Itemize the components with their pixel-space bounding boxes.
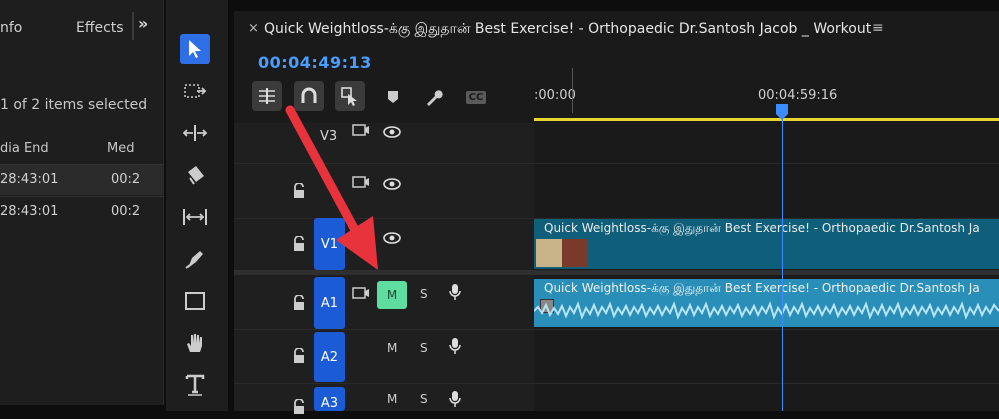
selection-tool-icon[interactable]	[180, 34, 210, 64]
ruler-mark-label: 00:04:59:16	[758, 88, 838, 103]
column-media-end[interactable]: dia End	[0, 141, 49, 156]
ruler-start-label: :00:00	[534, 88, 576, 103]
sequence-title[interactable]: Quick Weightloss-க்கு இதுதான் Best Exerc…	[264, 21, 871, 39]
playhead-line[interactable]	[782, 104, 783, 411]
solo-button-a2[interactable]: S	[420, 341, 428, 355]
hand-tool-icon[interactable]	[180, 328, 210, 358]
track-select-forward-tool-icon[interactable]	[180, 76, 210, 106]
work-area-bar[interactable]	[534, 118, 999, 121]
cell-media-end: 28:43:01	[0, 204, 59, 219]
cc-label: CC	[465, 90, 487, 104]
cell-media-duration: 00:2	[111, 172, 141, 187]
captions-cc-icon[interactable]: CC	[464, 86, 488, 108]
video-clip[interactable]: Quick Weightloss-க்கு இதுதான் Best Exerc…	[534, 219, 999, 269]
panel-menu-icon[interactable]: ≡	[872, 20, 884, 36]
ruler-tick	[572, 68, 573, 113]
microphone-icon[interactable]	[448, 283, 462, 305]
microphone-icon[interactable]	[448, 390, 462, 412]
audio-waveform	[534, 301, 999, 320]
annotation-arrow	[285, 105, 378, 270]
microphone-icon[interactable]	[448, 337, 462, 359]
ripple-edit-tool-icon[interactable]	[180, 118, 210, 148]
track-divider	[234, 329, 999, 330]
selection-count: 1 of 2 items selected	[0, 97, 148, 113]
lock-icon[interactable]	[292, 347, 306, 364]
track-name-a3[interactable]: A3	[314, 387, 345, 411]
table-header: dia End Med	[0, 134, 163, 164]
rectangle-tool-icon[interactable]	[180, 286, 210, 316]
tab-info[interactable]: nfo	[0, 20, 22, 36]
razor-tool-icon[interactable]	[180, 160, 210, 190]
time-ruler[interactable]: :00:00 00:04:59:16	[534, 68, 999, 123]
clip-name: Quick Weightloss-க்கு இதுதான் Best Exerc…	[544, 221, 980, 235]
type-tool-icon[interactable]	[180, 370, 210, 400]
track-name-a2[interactable]: A2	[314, 332, 345, 382]
table-row[interactable]: 28:43:01 00:2	[0, 196, 163, 227]
thumbnail-right	[562, 239, 588, 267]
timeline-tab-bar: × Quick Weightloss-க்கு இதுதான் Best Exe…	[234, 11, 999, 47]
clip-thumbnail	[536, 239, 588, 267]
mute-button-a3[interactable]: M	[387, 392, 397, 406]
close-tab-icon[interactable]: ×	[248, 21, 259, 36]
playhead-timecode[interactable]: 00:04:49:13	[258, 53, 372, 72]
mute-button-a1[interactable]: M	[377, 281, 407, 309]
playhead-handle[interactable]	[775, 104, 789, 120]
clip-header: Quick Weightloss-க்கு இதுதான் Best Exerc…	[534, 219, 999, 237]
thumbnail-left	[536, 239, 562, 267]
settings-wrench-icon[interactable]	[422, 86, 446, 108]
project-panel-tabs: nfo Effects »	[0, 0, 163, 44]
track-name-a1[interactable]: A1	[314, 277, 345, 329]
tab-effects[interactable]: Effects	[76, 20, 124, 36]
lock-icon[interactable]	[292, 294, 306, 311]
tools-panel	[166, 0, 228, 411]
track-divider	[234, 383, 999, 384]
slip-tool-icon[interactable]	[180, 202, 210, 232]
pen-tool-icon[interactable]	[180, 244, 210, 274]
table-row[interactable]: 28:43:01 00:2	[0, 164, 163, 195]
audio-clip[interactable]: Quick Weightloss-க்கு இதுதான் Best Exerc…	[534, 279, 999, 327]
chevron-double-right-icon[interactable]: »	[138, 14, 148, 33]
tab-divider	[132, 12, 134, 40]
cell-media-duration: 00:2	[111, 204, 141, 219]
lock-icon[interactable]	[292, 398, 306, 415]
toggle-sync-lock-icon[interactable]	[352, 285, 370, 304]
column-media-duration[interactable]: Med	[107, 141, 134, 156]
cell-media-end: 28:43:01	[0, 172, 59, 187]
project-panel: nfo Effects » 1 of 2 items selected dia …	[0, 0, 164, 405]
solo-button-a3[interactable]: S	[420, 392, 428, 406]
mute-button-a2[interactable]: M	[387, 341, 397, 355]
solo-button-a1[interactable]: S	[420, 287, 428, 301]
